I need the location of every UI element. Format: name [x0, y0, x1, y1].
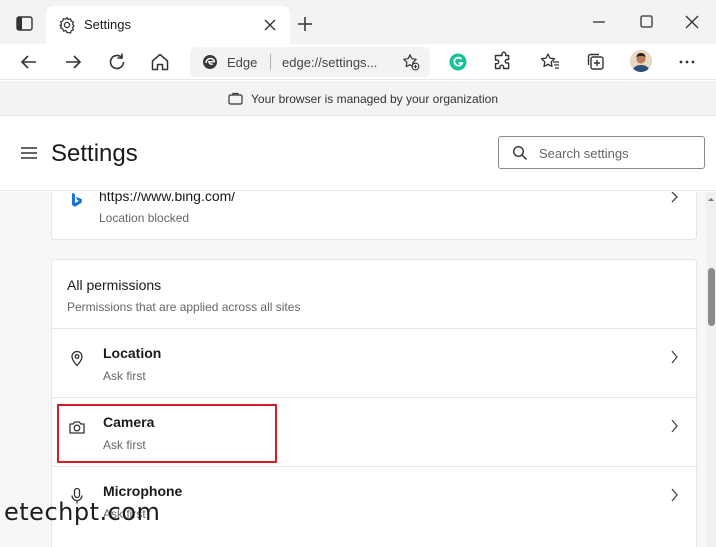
- page-title: Settings: [51, 140, 138, 167]
- site-row[interactable]: https://www.bing.com/ Location blocked: [52, 192, 698, 240]
- gear-icon: [59, 16, 75, 34]
- back-icon[interactable]: [17, 50, 41, 74]
- grammarly-icon[interactable]: [446, 50, 470, 74]
- permission-label: Location: [103, 345, 162, 361]
- address-bar[interactable]: Edge edge://settings...: [190, 47, 430, 77]
- location-pin-icon: [71, 350, 83, 367]
- site-status: Location blocked: [99, 211, 190, 225]
- chevron-right-icon: [671, 192, 678, 203]
- permission-value: Ask first: [103, 369, 146, 383]
- chevron-right-icon: [671, 419, 678, 433]
- address-divider: [270, 54, 271, 70]
- search-icon: [512, 145, 528, 161]
- profile-avatar[interactable]: [630, 50, 652, 72]
- chevron-right-icon: [671, 488, 678, 502]
- collections-icon[interactable]: [584, 50, 608, 74]
- tab-strip: Settings: [0, 0, 716, 44]
- favorites-icon[interactable]: [538, 50, 562, 74]
- add-favorite-icon[interactable]: [402, 53, 420, 71]
- scroll-up-arrow-icon[interactable]: [707, 196, 715, 202]
- settings-header: Settings: [0, 116, 716, 191]
- managed-text: Your browser is managed by your organiza…: [251, 92, 499, 106]
- site-card: https://www.bing.com/ Location blocked: [51, 192, 697, 240]
- maximize-icon[interactable]: [637, 14, 655, 30]
- address-url[interactable]: edge://settings...: [282, 55, 377, 70]
- scrollbar-thumb[interactable]: [708, 268, 715, 326]
- permissions-subtitle: Permissions that are applied across all …: [67, 300, 301, 314]
- search-box[interactable]: [498, 136, 705, 169]
- close-window-icon[interactable]: [683, 14, 701, 30]
- chevron-right-icon: [671, 350, 678, 364]
- site-url: https://www.bing.com/: [99, 192, 236, 204]
- permission-row-location[interactable]: Location Ask first: [52, 328, 698, 397]
- permission-label: Microphone: [103, 483, 183, 499]
- extensions-icon[interactable]: [490, 50, 514, 74]
- permissions-title: All permissions: [67, 277, 162, 293]
- minimize-icon[interactable]: [590, 14, 608, 30]
- edge-logo-icon: [203, 55, 217, 69]
- bing-icon: [72, 193, 82, 207]
- more-options-icon[interactable]: [675, 50, 699, 74]
- toolbar: Edge edge://settings...: [0, 44, 716, 80]
- managed-banner: Your browser is managed by your organiza…: [0, 81, 716, 116]
- camera-highlight-box: [57, 404, 277, 463]
- refresh-icon[interactable]: [105, 50, 129, 74]
- watermark: etechpt.com: [4, 498, 161, 526]
- briefcase-icon: [228, 92, 243, 105]
- new-tab-icon[interactable]: [296, 15, 314, 33]
- menu-icon[interactable]: [20, 146, 38, 160]
- scrollbar-track[interactable]: [706, 192, 716, 547]
- search-input[interactable]: [539, 143, 699, 163]
- address-identity: Edge: [227, 55, 258, 70]
- tab-title: Settings: [84, 17, 131, 32]
- tab-settings[interactable]: Settings: [46, 6, 290, 44]
- home-icon[interactable]: [148, 50, 172, 74]
- tab-actions-icon[interactable]: [14, 14, 36, 34]
- settings-content: https://www.bing.com/ Location blocked A…: [0, 192, 716, 547]
- close-tab-icon[interactable]: [262, 17, 278, 33]
- forward-icon[interactable]: [61, 50, 85, 74]
- profile-photo-icon: [630, 50, 652, 72]
